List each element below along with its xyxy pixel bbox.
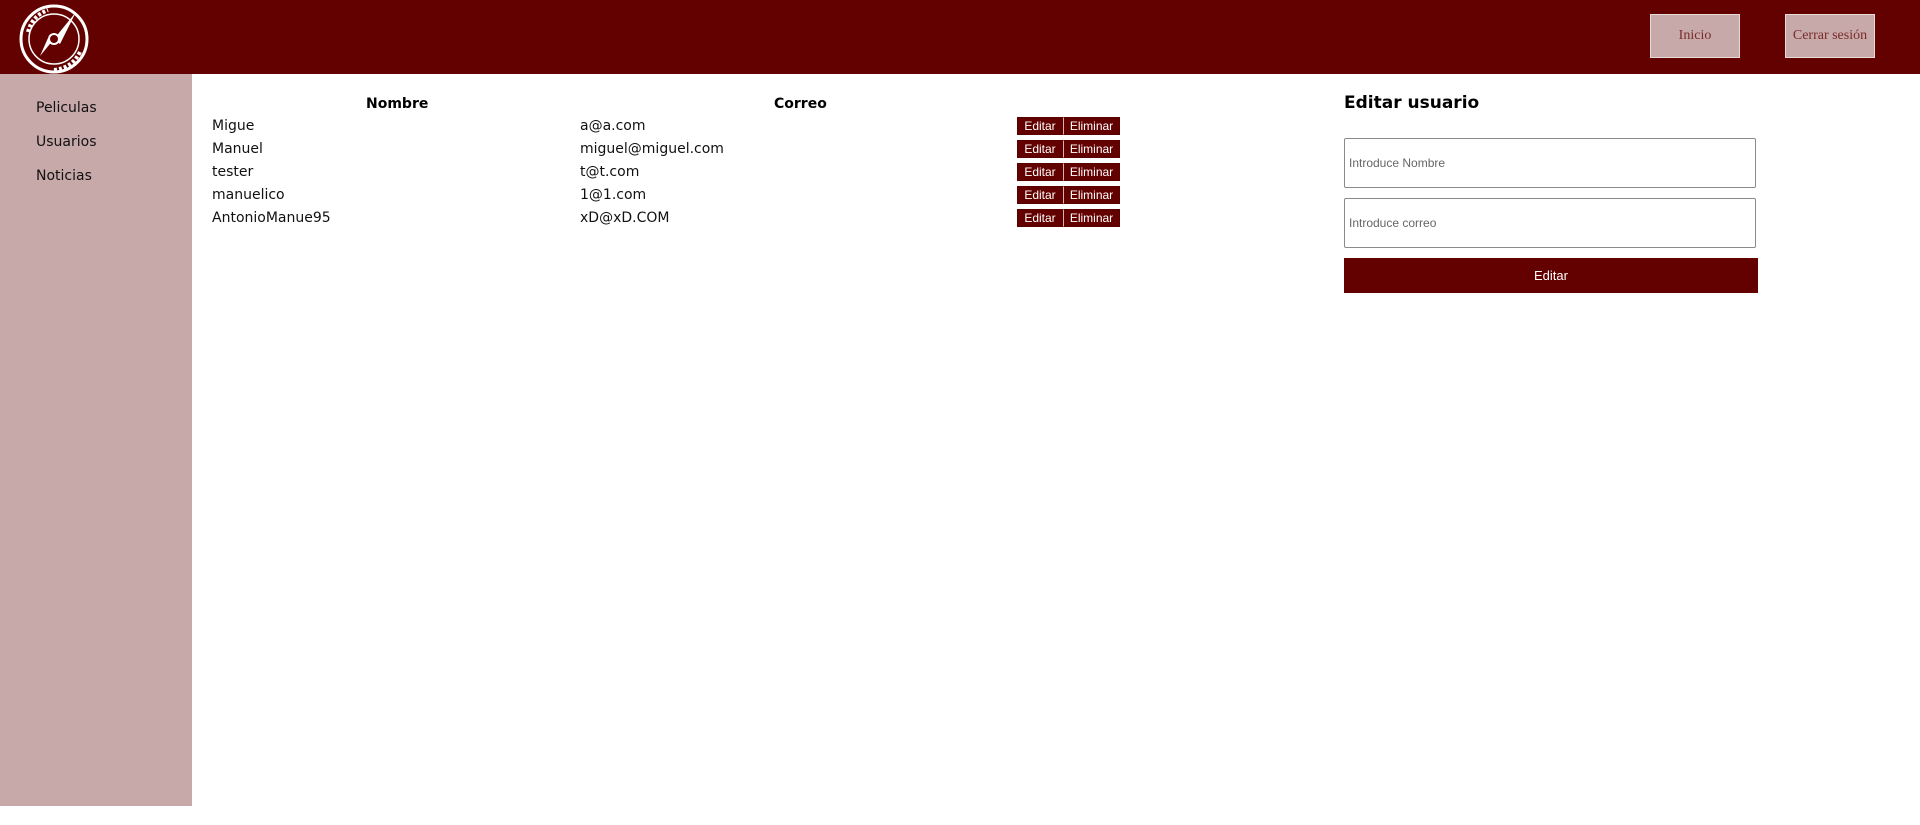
email-input[interactable] — [1344, 198, 1756, 248]
user-name-cell: tester — [212, 164, 254, 180]
user-name-cell: Migue — [212, 118, 255, 134]
delete-user-button[interactable]: Eliminar — [1063, 186, 1120, 204]
user-name-cell: manuelico — [212, 187, 285, 203]
logo-emblem-icon — [19, 4, 89, 74]
table-row: tester t@t.com Editar Eliminar — [0, 162, 1200, 182]
delete-user-button[interactable]: Eliminar — [1063, 117, 1120, 135]
column-header-nombre: Nombre — [366, 96, 429, 112]
top-navbar: Inicio Cerrar sesión — [0, 0, 1920, 74]
edit-user-title: Editar usuario — [1344, 93, 1480, 113]
user-email-cell: miguel@miguel.com — [580, 141, 724, 157]
sidebar-item-peliculas[interactable]: Peliculas — [36, 100, 97, 116]
user-email-cell: xD@xD.COM — [580, 210, 670, 226]
column-header-correo: Correo — [774, 96, 827, 112]
delete-user-button[interactable]: Eliminar — [1063, 140, 1120, 158]
table-row: Manuel miguel@miguel.com Editar Eliminar — [0, 139, 1200, 159]
table-row: AntonioManue95 xD@xD.COM Editar Eliminar — [0, 208, 1200, 228]
name-input[interactable] — [1344, 138, 1756, 188]
logout-button[interactable]: Cerrar sesión — [1785, 14, 1875, 58]
submit-edit-button[interactable]: Editar — [1344, 258, 1758, 293]
user-email-cell: 1@1.com — [580, 187, 647, 203]
edit-user-button[interactable]: Editar — [1017, 186, 1063, 204]
sidebar: Peliculas Usuarios Noticias — [0, 74, 192, 806]
edit-user-button[interactable]: Editar — [1017, 140, 1063, 158]
user-name-cell: AntonioManue95 — [212, 210, 331, 226]
table-row: Migue a@a.com Editar Eliminar — [0, 116, 1200, 136]
edit-user-button[interactable]: Editar — [1017, 209, 1063, 227]
user-name-cell: Manuel — [212, 141, 263, 157]
delete-user-button[interactable]: Eliminar — [1063, 209, 1120, 227]
where-i-watch-logo[interactable] — [18, 4, 90, 74]
delete-user-button[interactable]: Eliminar — [1063, 163, 1120, 181]
table-row: manuelico 1@1.com Editar Eliminar — [0, 185, 1200, 205]
user-email-cell: t@t.com — [580, 164, 640, 180]
user-email-cell: a@a.com — [580, 118, 646, 134]
edit-user-button[interactable]: Editar — [1017, 117, 1063, 135]
home-button[interactable]: Inicio — [1650, 14, 1740, 58]
edit-user-button[interactable]: Editar — [1017, 163, 1063, 181]
